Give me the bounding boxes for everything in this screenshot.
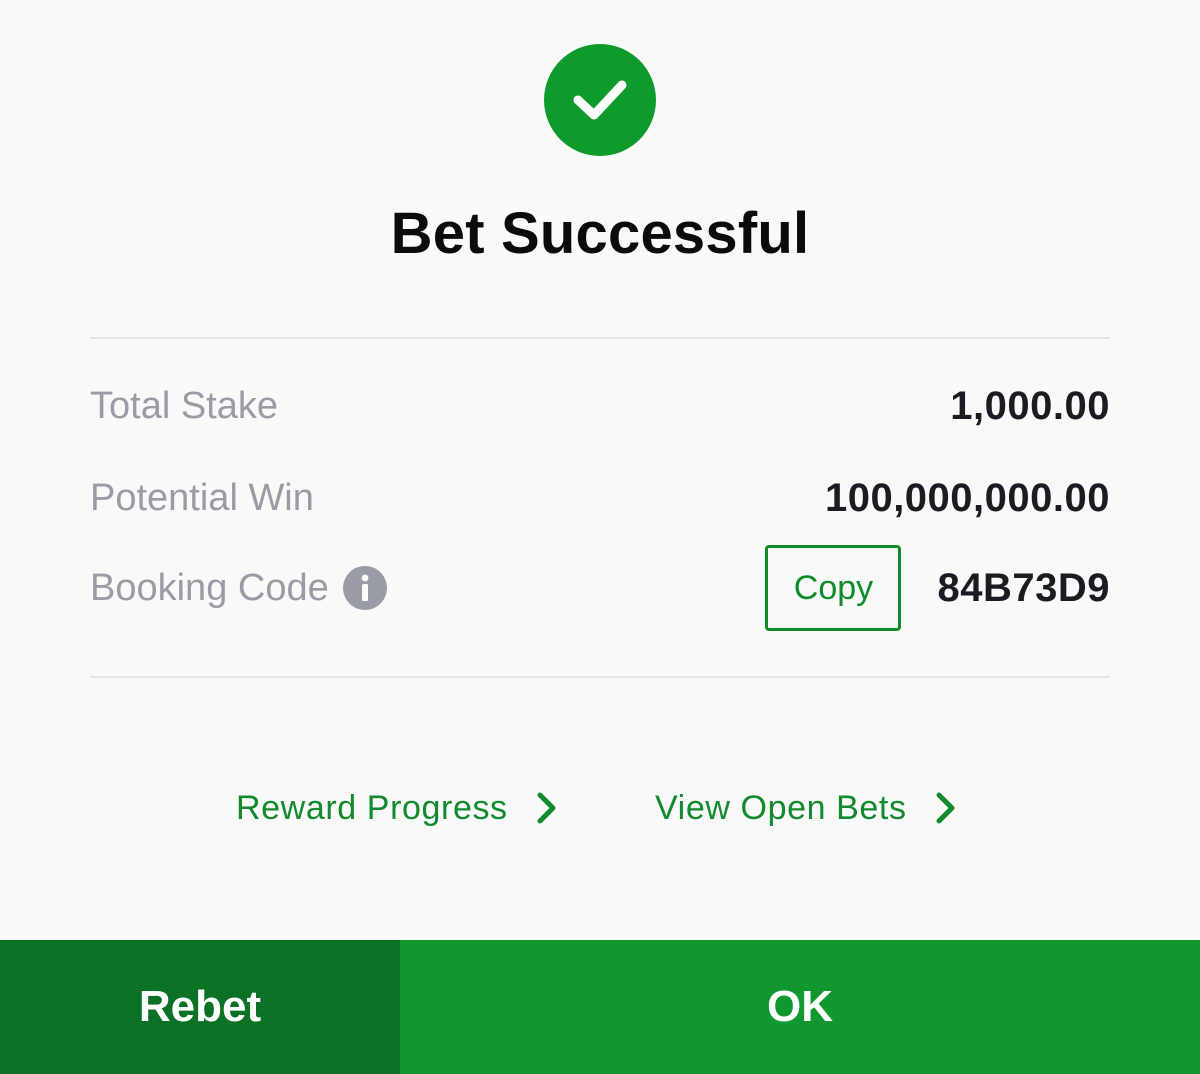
top-divider bbox=[90, 337, 1110, 339]
potential-win-label: Potential Win bbox=[90, 476, 314, 519]
booking-code-row: Booking Code Copy 84B73D9 bbox=[90, 545, 1110, 631]
booking-code-label-group: Booking Code bbox=[90, 566, 387, 610]
ok-button[interactable]: OK bbox=[400, 940, 1200, 1074]
reward-progress-label: Reward Progress bbox=[236, 788, 508, 827]
view-open-bets-label: View Open Bets bbox=[655, 788, 907, 827]
potential-win-value: 100,000,000.00 bbox=[824, 475, 1110, 520]
view-open-bets-link[interactable]: View Open Bets bbox=[655, 776, 957, 840]
total-stake-label: Total Stake bbox=[90, 384, 278, 427]
booking-code-actions: Copy 84B73D9 bbox=[765, 545, 1110, 631]
potential-win-row: Potential Win 100,000,000.00 bbox=[90, 468, 1110, 528]
page-title: Bet Successful bbox=[390, 201, 810, 266]
chevron-right-icon bbox=[536, 791, 558, 825]
rebet-button[interactable]: Rebet bbox=[0, 940, 400, 1074]
copy-button[interactable]: Copy bbox=[765, 545, 902, 631]
chevron-right-icon bbox=[935, 791, 957, 825]
bottom-divider bbox=[90, 676, 1110, 678]
info-icon[interactable] bbox=[342, 566, 387, 610]
reward-progress-link[interactable]: Reward Progress bbox=[236, 776, 558, 840]
booking-code-value: 84B73D9 bbox=[937, 565, 1110, 610]
quick-links: Reward Progress View Open Bets bbox=[0, 776, 1200, 840]
action-bar: Rebet OK bbox=[0, 940, 1200, 1074]
checkmark-circle-icon bbox=[544, 44, 656, 156]
booking-code-label: Booking Code bbox=[90, 566, 329, 609]
checkmark-icon bbox=[573, 80, 627, 120]
total-stake-row: Total Stake 1,000.00 bbox=[90, 376, 1110, 436]
total-stake-value: 1,000.00 bbox=[950, 383, 1110, 428]
